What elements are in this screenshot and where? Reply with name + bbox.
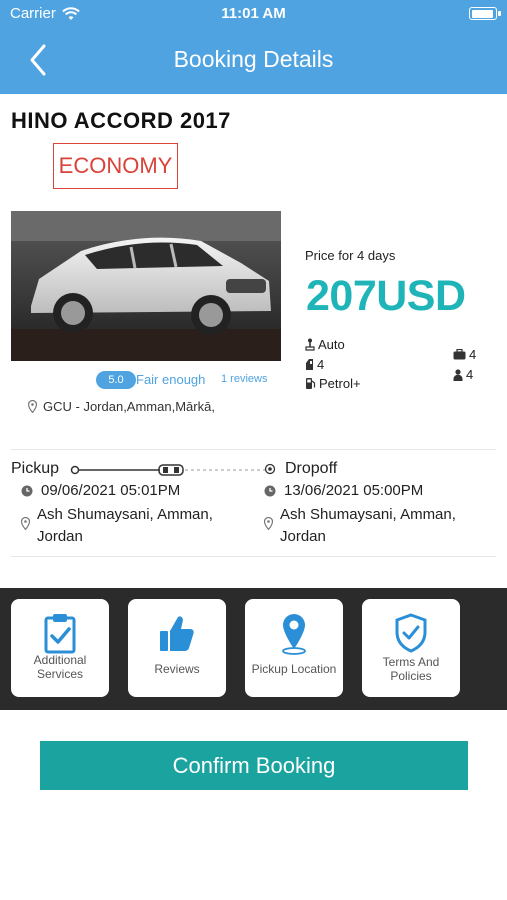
- branch-location: GCU - Jordan,Amman,Mārkā,: [28, 399, 215, 414]
- location-pin-icon: [21, 517, 30, 530]
- spec-doors-label: 4: [317, 357, 325, 372]
- status-time: 11:01 AM: [221, 5, 286, 22]
- gearshift-icon: [305, 338, 315, 351]
- price-value: 207USD: [306, 272, 466, 320]
- location-pin-icon: [264, 517, 273, 530]
- map-pin-icon: [282, 614, 306, 655]
- spec-luggage: 4: [453, 347, 476, 362]
- nav-bar: Booking Details: [0, 28, 507, 94]
- confirm-booking-button[interactable]: Confirm Booking: [40, 741, 468, 790]
- terms-policies-button[interactable]: Terms And Policies: [362, 599, 460, 697]
- spec-seats: 4: [453, 367, 473, 382]
- pickup-address-line1: Ash Shumaysani, Amman,: [37, 506, 213, 523]
- additional-services-label-1: Additional: [33, 653, 87, 667]
- pickup-address: Ash Shumaysani, Amman, Jordan: [37, 504, 213, 548]
- spec-seats-label: 4: [466, 367, 474, 382]
- trip-track: [70, 464, 266, 476]
- spec-doors: 4: [305, 357, 324, 372]
- spec-luggage-label: 4: [469, 347, 477, 362]
- fuel-pump-icon: [306, 378, 316, 389]
- additional-services-button[interactable]: Additional Services: [11, 599, 109, 697]
- pickup-label: Pickup: [11, 460, 60, 477]
- branch-label: GCU - Jordan,Amman,Mārkā,: [43, 399, 215, 414]
- battery-icon: [469, 7, 501, 20]
- reviews-label: Reviews: [154, 662, 200, 676]
- pickup-datetime: 09/06/2021 05:01PM: [21, 482, 180, 499]
- clipboard-check-icon: [44, 614, 76, 654]
- door-icon: [306, 359, 313, 370]
- clock-icon: [264, 485, 276, 496]
- shield-check-icon: [395, 613, 427, 653]
- pickup-datetime-label: 09/06/2021 05:01PM: [41, 482, 181, 499]
- terms-policies-label-1: Terms And: [382, 655, 440, 669]
- dropoff-address-line2: Jordan: [280, 528, 326, 545]
- rating-text: Fair enough: [136, 372, 206, 387]
- pickup-location-button[interactable]: Pickup Location: [245, 599, 343, 697]
- car-name: HINO ACCORD 2017: [11, 108, 231, 133]
- additional-services-label-2: Services: [36, 667, 83, 681]
- pickup-address-line2: Jordan: [37, 528, 83, 545]
- dropoff-dot-icon: [264, 463, 276, 475]
- rating-badge: 5.0: [96, 371, 136, 389]
- page-title: Booking Details: [173, 46, 334, 72]
- suitcase-icon: [453, 349, 466, 360]
- action-strip: Additional Services Reviews Pickup Locat…: [0, 588, 507, 710]
- dropoff-datetime: 13/06/2021 05:00PM: [264, 482, 423, 499]
- terms-policies-label-2: Policies: [390, 669, 432, 683]
- status-bar: Carrier 11:01 AM: [0, 0, 507, 28]
- divider: [11, 556, 496, 557]
- person-icon: [453, 368, 463, 381]
- clock-icon: [21, 485, 33, 496]
- spec-fuel: Petrol+: [305, 376, 361, 391]
- pickup-location-label: Pickup Location: [251, 662, 337, 676]
- dropoff-address-line1: Ash Shumaysani, Amman,: [280, 506, 456, 523]
- spec-transmission: Auto: [305, 337, 345, 352]
- top-bar: Carrier 11:01 AM Booking Details: [0, 0, 507, 94]
- location-pin-icon: [28, 400, 37, 413]
- dropoff-datetime-label: 13/06/2021 05:00PM: [284, 482, 424, 499]
- car-class-badge: ECONOMY: [53, 143, 178, 189]
- spec-fuel-label: Petrol+: [319, 376, 361, 391]
- spec-transmission-label: Auto: [318, 337, 345, 352]
- dropoff-label: Dropoff: [285, 460, 338, 477]
- thumbs-up-icon: [160, 616, 194, 651]
- reviews-button[interactable]: Reviews: [128, 599, 226, 697]
- dropoff-address: Ash Shumaysani, Amman, Jordan: [280, 504, 456, 548]
- reviews-link[interactable]: 1 reviews: [221, 373, 267, 385]
- car-photo: [11, 211, 281, 361]
- divider: [11, 449, 496, 450]
- price-label: Price for 4 days: [305, 248, 396, 263]
